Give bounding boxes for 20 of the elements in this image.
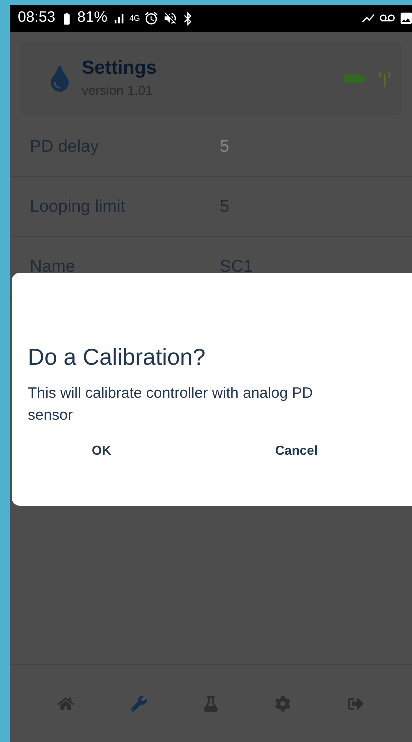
ok-button[interactable]: OK — [84, 436, 120, 464]
dialog-message: This will calibrate controller with analog PD sensor — [28, 384, 314, 426]
page-title: Settings — [82, 56, 157, 81]
battery-text: 81% — [78, 8, 108, 28]
bluetooth-icon — [182, 12, 194, 26]
mute-icon — [163, 11, 178, 26]
setting-value[interactable]: 5 — [220, 134, 230, 160]
cancel-button[interactable]: Cancel — [267, 436, 326, 464]
image-icon — [399, 11, 412, 26]
network-text: 4G — [130, 14, 140, 22]
wrench-icon[interactable] — [130, 696, 147, 712]
drop-icon — [50, 66, 70, 92]
flask-icon[interactable] — [202, 696, 219, 712]
alarm-icon — [144, 11, 160, 26]
clock-text: 08:53 — [18, 8, 56, 28]
home-icon[interactable] — [58, 696, 74, 712]
settings-icon[interactable] — [275, 696, 292, 712]
exit-icon[interactable] — [348, 696, 364, 712]
antenna-icon — [378, 70, 392, 88]
dialog-title: Do a Calibration? — [28, 343, 207, 372]
